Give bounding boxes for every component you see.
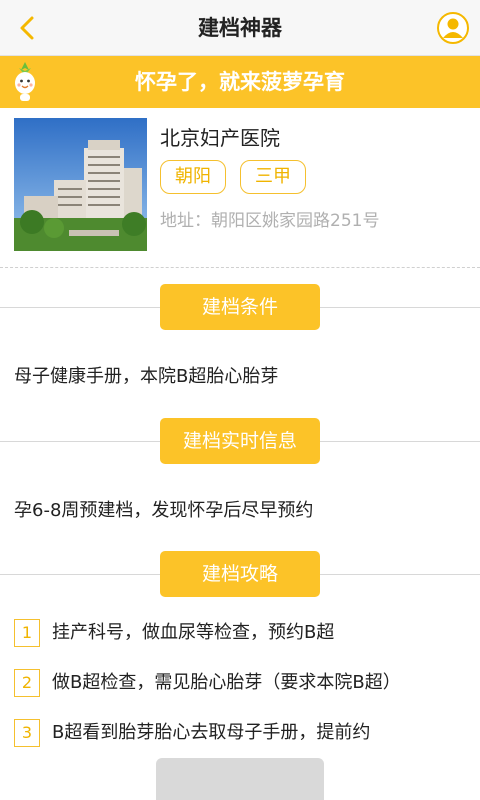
step-number-badge: 3 <box>14 719 40 747</box>
step-text: B超看到胎芽胎心去取母子手册，提前约 <box>52 722 371 743</box>
hospital-name: 北京妇产医院 <box>160 126 280 150</box>
scroll-indicator[interactable] <box>156 758 324 800</box>
top-bar: 建档神器 <box>0 0 480 56</box>
step-text: 做B超检查，需见胎心胎芽（要求本院B超） <box>52 672 401 693</box>
page-title: 建档神器 <box>198 16 282 40</box>
section-title-guide: 建档攻略 <box>160 551 320 597</box>
list-item: 2 做B超检查，需见胎心胎芽（要求本院B超） <box>0 665 480 701</box>
step-number-badge: 2 <box>14 669 40 697</box>
conditions-text: 母子健康手册，本院B超胎心胎芽 <box>14 366 279 387</box>
list-item: 1 挂产科号，做血尿等检查，预约B超 <box>0 615 480 651</box>
hospital-photo <box>14 118 147 251</box>
hospital-address: 地址：朝阳区姚家园路251号 <box>160 211 380 231</box>
section-header-realtime: 建档实时信息 <box>0 418 480 464</box>
user-profile-button[interactable] <box>436 11 470 45</box>
guide-steps-list: 1 挂产科号，做血尿等检查，预约B超 2 做B超检查，需见胎心胎芽（要求本院B超） … <box>0 615 480 751</box>
section-header-guide: 建档攻略 <box>0 551 480 597</box>
section-header-conditions: 建档条件 <box>0 284 480 330</box>
step-number-badge: 1 <box>14 619 40 647</box>
back-button[interactable] <box>8 8 48 48</box>
section-title-realtime: 建档实时信息 <box>160 418 320 464</box>
user-avatar-icon <box>437 12 469 44</box>
district-tag: 朝阳 <box>160 160 226 194</box>
promo-banner: 怀孕了，就来菠萝孕育 <box>0 56 480 108</box>
section-title-conditions: 建档条件 <box>160 284 320 330</box>
grade-tag: 三甲 <box>240 160 306 194</box>
realtime-text: 孕6-8周预建档，发现怀孕后尽早预约 <box>14 500 314 521</box>
hospital-card[interactable]: 北京妇产医院 朝阳 三甲 地址：朝阳区姚家园路251号 <box>0 108 480 268</box>
step-text: 挂产科号，做血尿等检查，预约B超 <box>52 622 335 643</box>
list-item: 3 B超看到胎芽胎心去取母子手册，提前约 <box>0 715 480 751</box>
chevron-left-icon <box>20 16 34 40</box>
banner-slogan: 怀孕了，就来菠萝孕育 <box>135 70 345 94</box>
